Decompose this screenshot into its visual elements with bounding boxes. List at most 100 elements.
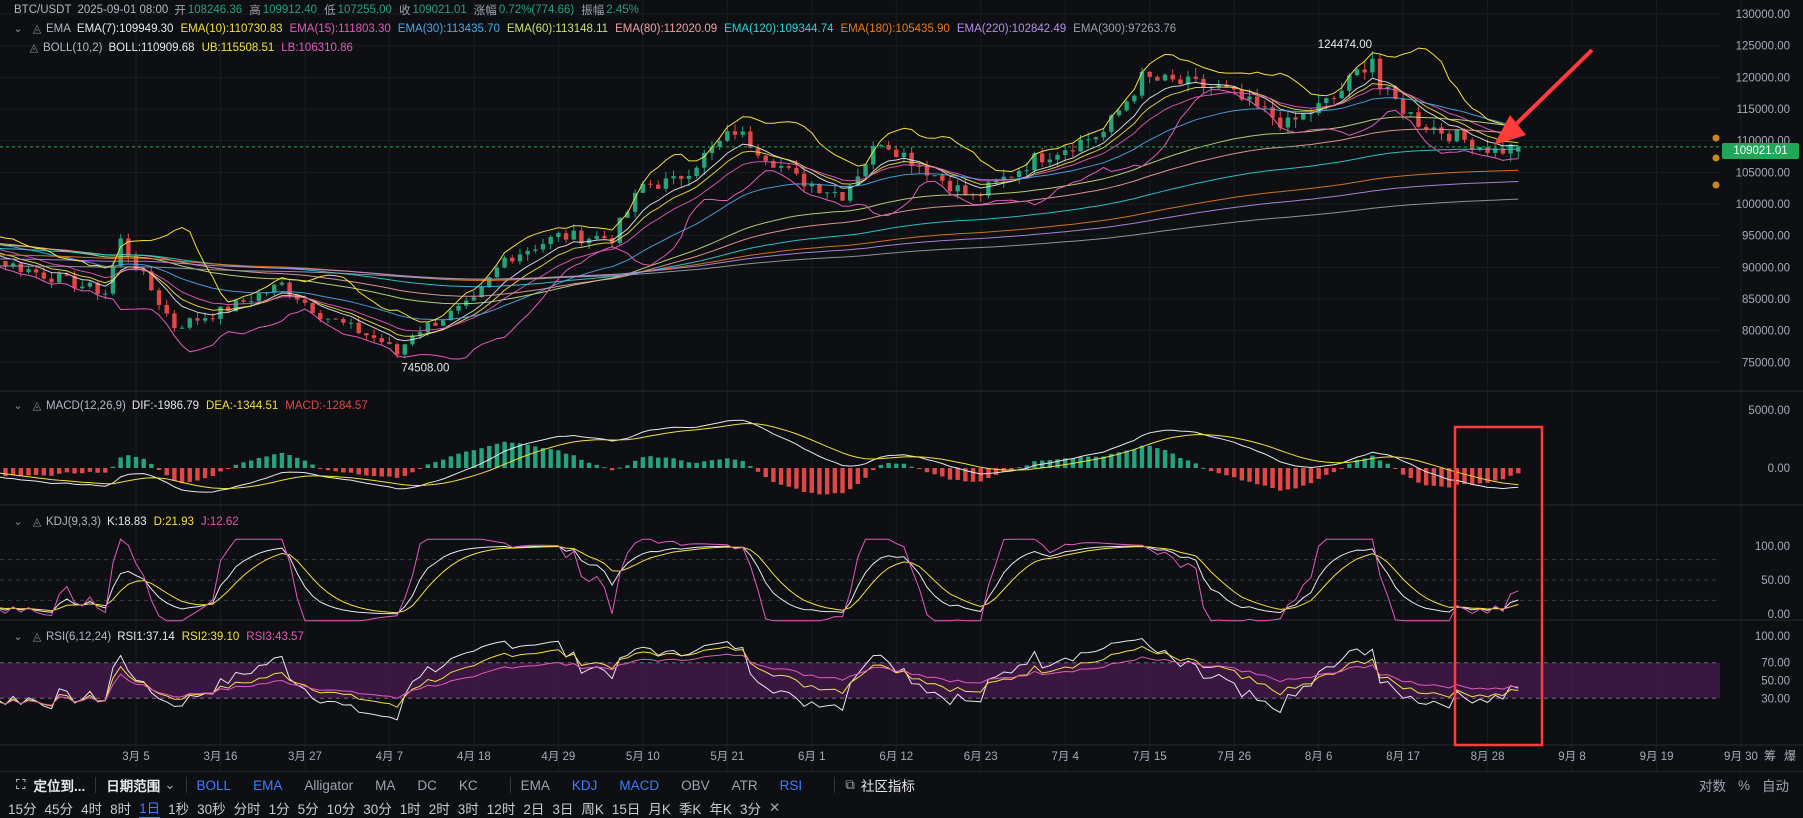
boll-legend-item: LB:106310.86 [281,42,353,54]
macd-bar [3,468,8,477]
interval-3[interactable]: 8时 [110,798,131,818]
main-indicator-kc-button[interactable]: KC [459,778,478,793]
bell-icon[interactable]: ◬ [31,23,43,35]
candle-body [1254,96,1260,107]
sub-indicator-kdj-button[interactable]: KDJ [572,778,598,793]
rsi-legend-items: RSI1:37.14 RSI2:39.10 RSI3:43.57 [117,631,311,643]
candle-body [348,322,354,324]
interval-5[interactable]: 1秒 [168,798,189,818]
x-axis-label: 7月 4 [1051,751,1079,763]
interval-13[interactable]: 2时 [429,798,450,818]
interval-20[interactable]: 月K [648,798,671,818]
main-indicator-alligator-button[interactable]: Alligator [304,778,353,793]
candle-body [371,335,377,339]
sub-indicator-ema-button[interactable]: EMA [521,778,550,793]
interval-15[interactable]: 12时 [487,798,516,818]
interval-18[interactable]: 周K [581,798,604,818]
interval-4[interactable]: 1日 [139,797,161,818]
macd-bar [410,468,415,473]
bell-icon[interactable]: ◬ [31,631,43,643]
bell-icon[interactable]: ◬ [28,42,40,54]
chevron-down-icon[interactable]: ⌄ [164,777,175,793]
collapse-icon[interactable]: ⌄ [12,516,24,528]
macd-bar [924,468,930,473]
sub-indicator-atr-button[interactable]: ATR [732,778,758,793]
macd-bar [1178,457,1183,468]
candle-body [33,269,39,273]
candle-body [433,322,438,326]
interval-9[interactable]: 5分 [298,798,319,818]
interval-21[interactable]: 季K [679,798,702,818]
locate-icon[interactable]: ⛶ [16,777,25,793]
collapse-icon[interactable]: ⌄ [12,400,24,412]
locate-button[interactable]: 定位到... [33,775,85,795]
community-icon[interactable]: ⧉ [845,777,855,793]
macd-bar [1254,468,1260,485]
interval-1[interactable]: 45分 [45,798,74,818]
interval-2[interactable]: 4时 [81,798,102,818]
candle-body [256,293,262,302]
interval-23[interactable]: 3分 [740,798,761,818]
macd-bar [348,468,354,473]
interval-6[interactable]: 30秒 [197,798,226,818]
ema-legend-item: EMA(220):102842.49 [956,23,1067,35]
macd-bar [656,457,661,468]
macd-bar [325,468,331,471]
interval-22[interactable]: 年K [709,798,732,818]
interval-8[interactable]: 1分 [269,798,290,818]
interval-0[interactable]: 15分 [8,798,37,818]
interval-7[interactable]: 分时 [234,798,261,818]
candle-body [1170,74,1175,80]
interval-10[interactable]: 10分 [327,798,356,818]
bell-icon[interactable]: ◬ [31,516,43,528]
sub-indicator-rsi-button[interactable]: RSI [780,778,803,793]
interval-12[interactable]: 1时 [400,798,421,818]
candle-body [663,178,669,189]
collapse-icon[interactable]: ⌄ [12,631,24,643]
macd-bar [379,468,384,477]
candle-body [248,301,254,303]
chart-canvas[interactable]: 130000.00125000.00120000.00115000.001100… [0,0,1803,771]
interval-11[interactable]: 30分 [363,798,392,818]
macd-bar [1270,468,1275,488]
macd-bar [1308,468,1314,484]
sub-indicator-obv-button[interactable]: OBV [681,778,710,793]
macd-bar [840,468,845,494]
interval-14[interactable]: 3时 [458,798,479,818]
rsi-axis-label: 100.00 [1755,631,1790,643]
candle-body [1124,101,1129,111]
macd-bar [1132,449,1137,468]
interval-19[interactable]: 15日 [612,798,641,818]
candle-body [1070,150,1076,152]
log-scale-toggle[interactable]: 对数 [1699,775,1726,795]
close-icon[interactable]: ✕ [769,800,780,816]
community-indicators-button[interactable]: 社区指标 [861,775,915,795]
macd-bar [464,451,469,468]
auto-scale-toggle[interactable]: 自动 [1762,775,1789,795]
macd-bar [1377,460,1383,468]
macd-legend-item: DIF:-1986.79 [131,400,200,412]
sub-indicator-macd-button[interactable]: MACD [619,778,659,793]
date-range-button[interactable]: 日期范围 [106,775,160,795]
candle-body [832,192,838,194]
boll-legend: ◬ BOLL(10,2) BOLL:110909.68 UB:115508.51 L… [0,40,360,56]
candle-body [1055,154,1060,160]
collapse-icon[interactable]: ⌄ [12,23,24,35]
macd-bar [110,466,116,468]
interval-17[interactable]: 3日 [552,798,573,818]
interval-16[interactable]: 2日 [523,798,544,818]
ema-legend-item: EMA(300):97263.76 [1073,23,1177,35]
candle-body [57,273,62,283]
macd-bar [1385,463,1390,468]
bell-icon[interactable]: ◬ [31,400,43,412]
main-indicator-boll-button[interactable]: BOLL [197,778,232,793]
ema-legend-title: EMA [46,23,71,35]
macd-axis-label: 0.00 [1768,463,1790,475]
percent-toggle[interactable]: % [1738,778,1750,793]
main-indicator-dc-button[interactable]: DC [417,778,437,793]
rsi-band [0,662,1720,699]
main-indicator-ema-button[interactable]: EMA [253,778,282,793]
main-indicator-ma-button[interactable]: MA [375,778,395,793]
macd-bar [686,462,692,468]
macd-bar [1247,468,1252,482]
